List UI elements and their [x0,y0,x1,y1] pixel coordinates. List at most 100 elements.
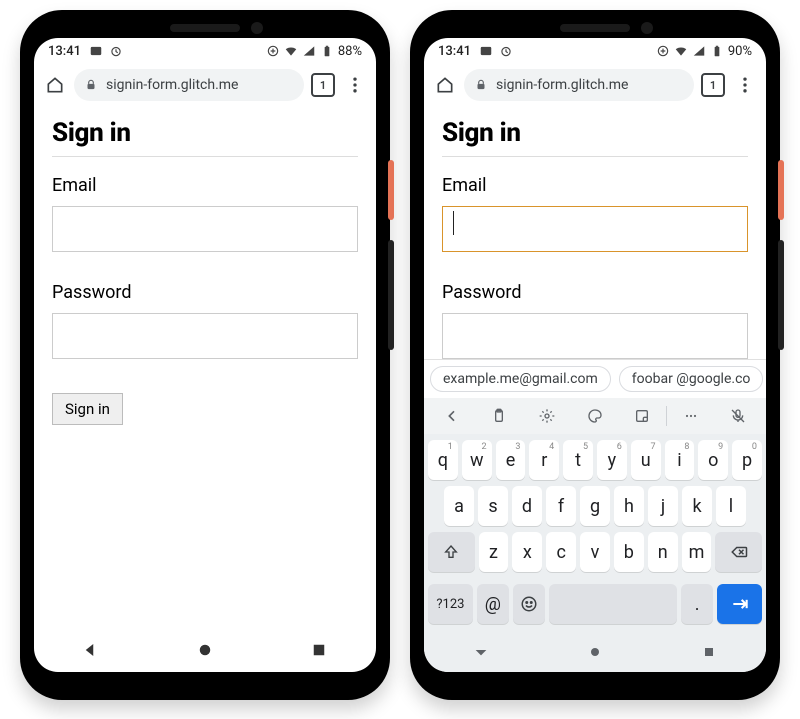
volume-button[interactable] [778,240,784,350]
divider [52,156,358,157]
mic-off-icon[interactable] [714,408,762,424]
url-text: signin-form.glitch.me [496,77,628,93]
key-g[interactable]: g [580,486,610,526]
key-h[interactable]: h [614,486,644,526]
email-field[interactable] [52,206,358,252]
period-key[interactable]: . [681,584,713,624]
backspace-key[interactable] [715,532,762,572]
password-field[interactable] [442,313,748,359]
key-u[interactable]: u7 [631,440,661,480]
sticker-icon[interactable] [618,408,666,424]
url-bar[interactable]: signin-form.glitch.me [464,69,694,101]
key-d[interactable]: d [512,486,542,526]
key-e[interactable]: e3 [496,440,526,480]
key-t[interactable]: t5 [563,440,593,480]
key-f[interactable]: f [546,486,576,526]
recents-icon[interactable] [310,641,328,663]
battery-icon [710,44,724,58]
key-y[interactable]: y6 [597,440,627,480]
key-r[interactable]: r4 [529,440,559,480]
front-camera [251,22,263,34]
key-o[interactable]: o9 [698,440,728,480]
system-nav-bar [34,632,376,672]
key-x[interactable]: x [512,532,542,572]
overflow-menu-icon[interactable] [732,72,758,98]
battery-text: 90% [728,44,752,59]
key-c[interactable]: c [546,532,576,572]
key-i[interactable]: i8 [665,440,695,480]
cell-signal-icon [692,44,706,58]
key-z[interactable]: z [479,532,509,572]
space-key[interactable] [549,584,677,624]
page-title: Sign in [52,118,358,148]
url-bar[interactable]: signin-form.glitch.me [74,69,304,101]
key-n[interactable]: n [648,532,678,572]
shift-key[interactable] [428,532,475,572]
enter-key[interactable] [717,584,762,624]
recents-icon[interactable] [701,644,717,664]
more-icon[interactable] [667,408,715,424]
notification-timer-icon [109,44,123,58]
autofill-suggestion[interactable]: foobar @google.co [619,366,764,392]
key-k[interactable]: k [682,486,712,526]
phone-right: 13:41 [410,10,780,700]
keyboard: q1w2e3r4t5y6u7i8o9p0 asdfghjkl zxcvbnm [424,434,766,636]
front-camera [641,22,653,34]
status-bar: 13:41 [34,38,376,64]
page-content: Sign in Email Password Sign in example.m… [424,106,766,672]
password-field[interactable] [52,313,358,359]
keyboard-panel: example.me@gmail.com foobar @google.co [424,359,766,672]
home-icon[interactable] [432,72,458,98]
home-icon[interactable] [42,72,68,98]
overflow-menu-icon[interactable] [342,72,368,98]
power-button[interactable] [778,160,784,220]
data-saver-icon [656,44,670,58]
gear-icon[interactable] [523,408,571,424]
home-pill-icon[interactable] [196,641,214,663]
tab-count: 1 [320,79,326,92]
battery-icon [320,44,334,58]
sign-in-button[interactable]: Sign in [52,393,123,425]
password-label: Password [442,282,748,303]
home-pill-icon[interactable] [587,644,603,664]
key-m[interactable]: m [682,532,712,572]
status-time: 13:41 [438,44,471,59]
at-key[interactable]: @ [477,584,509,624]
emoji-key[interactable] [513,584,545,624]
divider [442,156,748,157]
symbols-key[interactable]: ?123 [428,584,473,624]
key-q[interactable]: q1 [428,440,458,480]
clipboard-icon[interactable] [476,408,524,424]
notification-message-icon [89,44,103,58]
cell-signal-icon [302,44,316,58]
key-s[interactable]: s [478,486,508,526]
lock-icon [474,78,488,92]
palette-icon[interactable] [571,408,619,424]
volume-button[interactable] [388,240,394,350]
browser-toolbar: signin-form.glitch.me 1 [424,64,766,106]
key-p[interactable]: p0 [732,440,762,480]
text-cursor [453,211,454,235]
chevron-left-icon[interactable] [428,408,476,424]
key-v[interactable]: v [580,532,610,572]
tab-switcher[interactable]: 1 [310,72,336,98]
power-button[interactable] [388,160,394,220]
earpiece [560,24,630,32]
key-b[interactable]: b [614,532,644,572]
status-time: 13:41 [48,44,81,59]
earpiece [170,24,240,32]
autofill-suggestion[interactable]: example.me@gmail.com [430,366,611,392]
key-w[interactable]: w2 [462,440,492,480]
back-icon[interactable] [82,641,100,663]
email-field[interactable] [442,206,748,252]
page-content: Sign in Email Password Sign in [34,106,376,632]
key-j[interactable]: j [648,486,678,526]
page-title: Sign in [442,118,748,148]
tab-switcher[interactable]: 1 [700,72,726,98]
browser-toolbar: signin-form.glitch.me 1 [34,64,376,106]
key-l[interactable]: l [716,486,746,526]
email-label: Email [52,175,358,196]
key-a[interactable]: a [444,486,474,526]
hide-keyboard-icon[interactable] [473,644,489,664]
battery-text: 88% [338,44,362,59]
